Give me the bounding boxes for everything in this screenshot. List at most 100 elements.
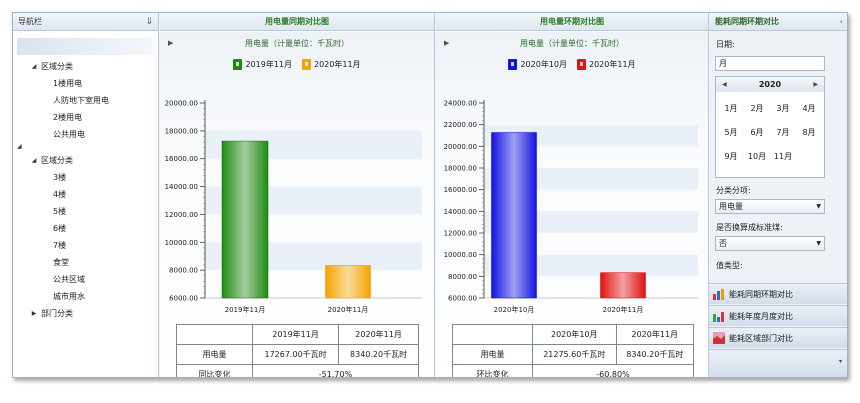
tree-leaf[interactable]: 5楼 xyxy=(13,203,158,220)
bar-0[interactable] xyxy=(491,132,537,299)
prev-year-icon[interactable]: ◀ xyxy=(722,81,727,88)
tree-leaf-label: 人防地下室用电 xyxy=(53,96,109,105)
standard-coal-label: 是否换算成标准煤: xyxy=(716,223,783,232)
date-input[interactable]: 月 xyxy=(715,56,825,71)
pin-icon[interactable]: ⇓ xyxy=(145,17,153,27)
y-tick-label: 16000.00 xyxy=(165,155,198,163)
standard-coal-select[interactable]: 否 ▼ xyxy=(715,236,825,251)
table-header-cell: 2020年10月 xyxy=(532,324,617,345)
calendar-month-grid: 1月 2月 3月 4月 5月 6月 7月 8月 9月 10月 11月 xyxy=(716,92,824,169)
table-row-label: 环比变化 xyxy=(452,364,533,377)
tree-node-region-2[interactable]: ◢ 区域分类 xyxy=(13,152,158,169)
tree-root-2[interactable]: ◢ xyxy=(13,143,158,152)
sidebar-title: 导航栏 xyxy=(18,17,42,26)
table-header-cell: 2020年11月 xyxy=(615,324,695,345)
tree-leaf[interactable]: 城市用水 xyxy=(13,288,158,305)
expand-icon[interactable]: ◢ xyxy=(29,58,39,75)
nav-region-dept-compare[interactable]: 能耗区域部门对比 xyxy=(709,327,847,348)
bar-1[interactable] xyxy=(600,272,646,299)
table-row-label: 用电量 xyxy=(176,344,253,365)
tree-root-1[interactable] xyxy=(17,38,154,55)
tree-leaf[interactable]: 公共区域 xyxy=(13,271,158,288)
table-cell: 8340.20千瓦时 xyxy=(615,344,695,365)
tree-node-label: 部门分类 xyxy=(41,309,73,318)
y-tick-label: 20000.00 xyxy=(444,143,477,151)
calendar-month[interactable]: 11月 xyxy=(770,145,796,169)
chevron-down-icon[interactable]: ▼ xyxy=(816,237,821,250)
chevron-down-small-icon[interactable]: ▾ xyxy=(839,358,842,365)
y-tick-label: 12000.00 xyxy=(444,230,477,238)
bar-0[interactable] xyxy=(221,140,269,299)
app-window: 导航栏 ⇓ ◢ 区域分类 1楼用电 人防地下室用电 2楼用电 公共用电 ◢ ◢ … xyxy=(12,12,848,378)
y-tick-label: 16000.00 xyxy=(444,186,477,194)
calendar-month[interactable]: 8月 xyxy=(796,121,822,145)
nav-label: 能耗区域部门对比 xyxy=(729,333,793,343)
tree-leaf[interactable]: 4楼 xyxy=(13,186,158,203)
calendar-month[interactable]: 6月 xyxy=(744,121,770,145)
tree-leaf-label: 公共区域 xyxy=(53,275,85,284)
yoy-bar-chart: 6000.00 8000.00 10000.00 12000.00 14000.00 16… xyxy=(165,100,422,314)
calendar-month[interactable]: 9月 xyxy=(718,145,744,169)
panel-title: 用电量环期对比图 xyxy=(436,13,708,31)
tree-leaf[interactable]: 7楼 xyxy=(13,237,158,254)
calendar-year: 2020 xyxy=(758,80,782,89)
filter-panel: 能耗同期环期对比 ‹ 日期: 月 ◀ 2020 ▶ 1月 2月 3月 4月 5月… xyxy=(709,13,847,377)
tree-leaf-label: 5楼 xyxy=(53,207,67,216)
chevron-down-icon[interactable]: ▼ xyxy=(816,200,821,213)
x-tick-label: 2020年11月 xyxy=(328,305,369,314)
y-tick-label: 18000.00 xyxy=(165,127,198,135)
filter-panel-title: 能耗同期环期对比 xyxy=(715,17,779,26)
nav-yoy-mom-compare[interactable]: 能耗同期环期对比 xyxy=(709,283,847,304)
tree-leaf[interactable]: 人防地下室用电 xyxy=(13,92,158,109)
table-header-cell: 2019年11月 xyxy=(251,324,340,345)
y-tick-label: 18000.00 xyxy=(444,165,477,173)
y-tick-label: 24000.00 xyxy=(444,100,477,108)
next-year-icon[interactable]: ▶ xyxy=(813,81,818,88)
navigation-tree: ◢ 区域分类 1楼用电 人防地下室用电 2楼用电 公共用电 ◢ ◢ 区域分类 3… xyxy=(13,31,158,322)
y-tick-label: 14000.00 xyxy=(444,208,477,216)
table-header-cell xyxy=(452,324,533,345)
panel-title: 用电量同期对比图 xyxy=(160,13,434,31)
tree-leaf[interactable]: 6楼 xyxy=(13,220,158,237)
tree-node-label: 区域分类 xyxy=(41,156,73,165)
x-tick-label: 2019年11月 xyxy=(225,305,266,314)
yoy-chart-panel: 用电量同期对比图 ▶ 用电量（计量单位：千瓦时） 2019年11月 2020年1… xyxy=(160,13,435,377)
y-tick-label: 22000.00 xyxy=(444,121,477,129)
calendar-month[interactable]: 7月 xyxy=(770,121,796,145)
calendar-month[interactable]: 4月 xyxy=(796,97,822,121)
tree-leaf-label: 城市用水 xyxy=(53,292,85,301)
calendar-header: ◀ 2020 ▶ xyxy=(716,77,824,92)
nav-annual-monthly-compare[interactable]: 能耗年度月度对比 xyxy=(709,305,847,326)
calendar-month[interactable]: 5月 xyxy=(718,121,744,145)
collapsed-icon[interactable]: ▶ xyxy=(29,305,39,322)
category-select[interactable]: 用电量 ▼ xyxy=(715,199,825,214)
calendar-month[interactable]: 1月 xyxy=(718,97,744,121)
calendar-month[interactable]: 2月 xyxy=(744,97,770,121)
y-tick-label: 8000.00 xyxy=(448,273,477,281)
bar-1[interactable] xyxy=(325,265,371,299)
tree-leaf-label: 食堂 xyxy=(53,258,69,267)
calendar-month[interactable]: 3月 xyxy=(770,97,796,121)
tree-leaf[interactable]: 3楼 xyxy=(13,169,158,186)
x-tick-label: 2020年10月 xyxy=(494,305,535,314)
expand-icon[interactable]: ◢ xyxy=(29,152,39,169)
tree-node-dept[interactable]: ▶ 部门分类 xyxy=(13,305,158,322)
chevron-left-icon[interactable]: ‹ xyxy=(840,17,843,26)
calendar-month[interactable]: 10月 xyxy=(744,145,770,169)
tree-leaf[interactable]: 食堂 xyxy=(13,254,158,271)
tree-leaf-label: 4楼 xyxy=(53,190,67,199)
tree-node-region-1[interactable]: ◢ 区域分类 xyxy=(13,58,158,75)
tree-leaf-label: 公共用电 xyxy=(53,130,85,139)
area-chart-icon xyxy=(713,332,725,344)
tree-leaf[interactable]: 2楼用电 xyxy=(13,109,158,126)
table-header-cell xyxy=(176,324,253,345)
y-tick-label: 20000.00 xyxy=(165,100,198,108)
tree-leaf[interactable]: 公共用电 xyxy=(13,126,158,143)
expand-icon[interactable]: ◢ xyxy=(17,143,22,150)
y-tick-label: 8000.00 xyxy=(169,267,198,275)
tree-leaf[interactable]: 1楼用电 xyxy=(13,75,158,92)
navigation-sidebar: 导航栏 ⇓ ◢ 区域分类 1楼用电 人防地下室用电 2楼用电 公共用电 ◢ ◢ … xyxy=(13,13,159,377)
bar-chart-icon xyxy=(713,288,725,300)
tree-leaf-label: 6楼 xyxy=(53,224,67,233)
tree-leaf-label: 1楼用电 xyxy=(53,79,83,88)
